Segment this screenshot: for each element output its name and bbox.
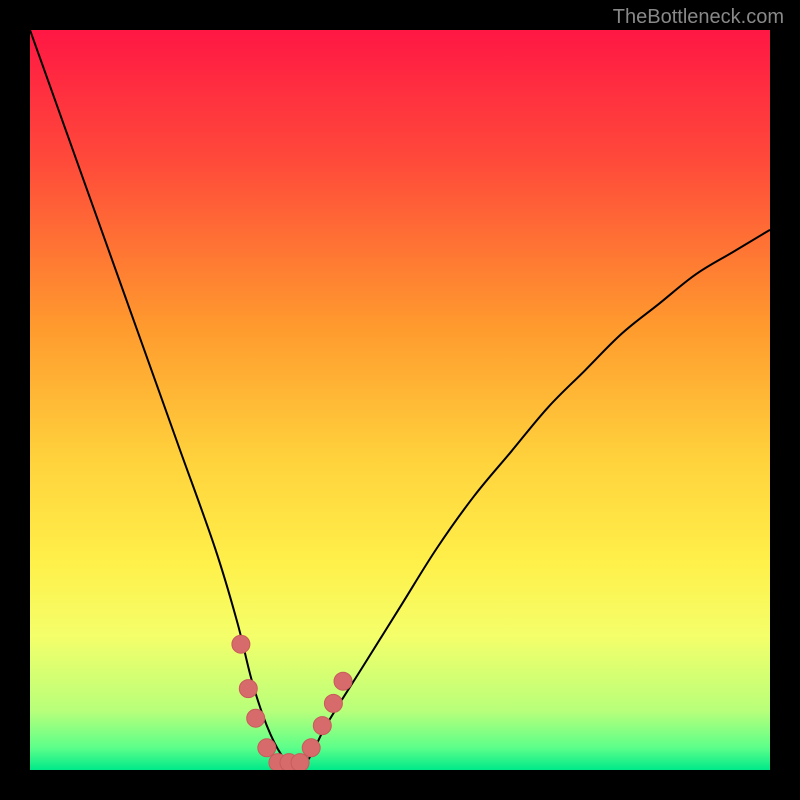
watermark-text: TheBottleneck.com <box>613 6 784 29</box>
marker-point <box>232 635 250 653</box>
chart-background <box>30 30 770 770</box>
marker-point <box>247 709 265 727</box>
marker-point <box>258 739 276 757</box>
marker-point <box>291 754 309 770</box>
marker-point <box>324 694 342 712</box>
marker-point <box>313 717 331 735</box>
marker-point <box>239 680 257 698</box>
chart-svg <box>30 30 770 770</box>
chart-plot-area <box>30 30 770 770</box>
marker-point <box>302 739 320 757</box>
marker-point <box>334 672 352 690</box>
